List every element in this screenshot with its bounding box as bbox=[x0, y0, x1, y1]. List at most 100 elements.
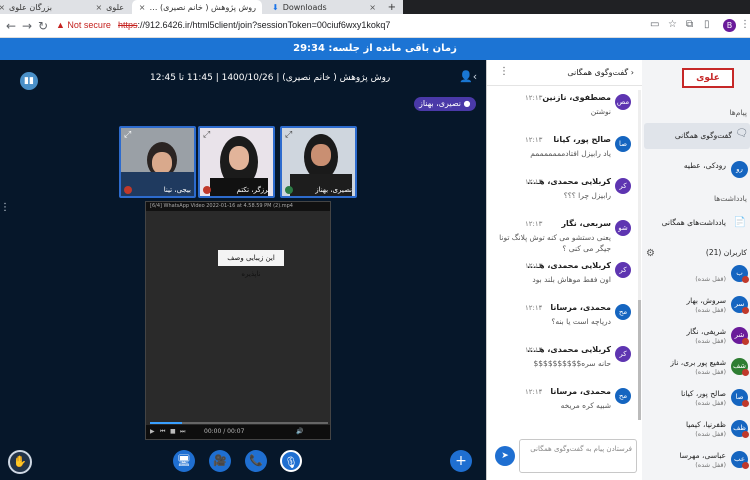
mic-button[interactable]: 🎙 bbox=[280, 450, 302, 472]
expand-icon[interactable]: ⤢ bbox=[124, 130, 131, 140]
user-list-item[interactable]: ظف ظفرنیا، کیمیا (قفل شده) bbox=[642, 417, 750, 445]
prev-icon[interactable]: ⏮ bbox=[160, 428, 165, 436]
participant-face bbox=[311, 144, 331, 166]
presenter-mic-icon: ● bbox=[461, 99, 471, 108]
close-icon[interactable]: × bbox=[95, 3, 102, 12]
security-warning[interactable]: ▲ Not secure bbox=[56, 20, 111, 30]
user-list-item[interactable]: شف شفیع پور بری، ناز (قفل شده) bbox=[642, 355, 750, 383]
shared-notes-item[interactable]: 📄 یادداشت‌های همگانی bbox=[642, 212, 750, 240]
public-chat-item[interactable]: 🗨 گفت‌وگوی همگانی bbox=[644, 123, 750, 149]
user-status: (قفل شده) bbox=[695, 337, 726, 345]
message-sender: سربعی، نگار bbox=[561, 219, 611, 228]
chat-message: مص مصطفوی، نازنین ۱۲:۱۳ نوشتن bbox=[487, 90, 633, 130]
user-list-item[interactable]: صا صالح پور، کیانا (قفل شده) bbox=[642, 386, 750, 414]
user-status: (قفل شده) bbox=[695, 275, 726, 283]
scroll-thumb[interactable] bbox=[638, 300, 641, 420]
video-tile[interactable]: ⤢ بیجی، تینا bbox=[119, 126, 196, 198]
user-status: (قفل شده) bbox=[695, 430, 726, 438]
user-name: عباسی، مهرسا bbox=[679, 451, 726, 460]
chat-input[interactable]: فرستادن پیام به گفت‌وگوی همگانی bbox=[519, 439, 637, 473]
user-name: ظفرنیا، کیمیا bbox=[685, 420, 726, 429]
chat-message: مح محمدی، مرسانا ۱۲:۱۴ شبیه کره مریخه bbox=[487, 384, 633, 424]
user-list-item[interactable]: شر شریفی، نگار (قفل شده) bbox=[642, 324, 750, 352]
extensions-icon[interactable]: ⧉ bbox=[686, 19, 693, 30]
sidebar-icon[interactable]: ▯ bbox=[704, 19, 710, 30]
chat-message: شو سربعی، نگار ۱۲:۱۳ یعنی دستشو می کنه توش … bbox=[487, 216, 633, 256]
camera-button[interactable]: 🎥 bbox=[209, 450, 231, 472]
user-list-icon[interactable]: 👤‹ bbox=[459, 70, 477, 83]
mic-muted-icon bbox=[742, 338, 749, 345]
chat-panel: ⋮ ‹ گفت‌وگوی همگانی مص مصطفوی، نازنین ۱۲:۱… bbox=[486, 60, 642, 480]
player-title: [6/4] WhatsApp Video 2022-01-16 at 4.58.… bbox=[146, 202, 330, 211]
message-sender: مصطفوی، نازنین bbox=[542, 93, 611, 102]
message-time: ۱۲:۱۴ bbox=[525, 346, 543, 354]
browser-tab[interactable]: بزرگان علوی × bbox=[0, 0, 58, 14]
avatar: شو bbox=[615, 220, 631, 236]
user-list-item[interactable]: ب (قفل شده) bbox=[642, 262, 750, 290]
browser-tab[interactable]: ⬇ Downloads × bbox=[266, 0, 386, 14]
seek-fill bbox=[150, 422, 183, 424]
message-time: ۱۲:۱۳ bbox=[525, 220, 543, 228]
messages-heading: پیام‌ها bbox=[729, 108, 747, 117]
close-icon[interactable]: × bbox=[139, 3, 146, 12]
message-time: ۱۲:۱۳ bbox=[525, 178, 543, 186]
message-text: رابیزل چرا ؟؟؟ bbox=[563, 191, 611, 200]
phone-button[interactable]: 📞 bbox=[245, 450, 267, 472]
forward-icon[interactable]: → bbox=[22, 19, 32, 33]
shared-video[interactable]: [6/4] WhatsApp Video 2022-01-16 at 4.58.… bbox=[145, 201, 331, 440]
cast-icon[interactable]: ▭ bbox=[650, 19, 659, 30]
profile-avatar[interactable]: B bbox=[723, 19, 736, 32]
url-field[interactable]: https://912.6426.ir/html5client/join?ses… bbox=[118, 20, 390, 30]
avatar: مح bbox=[615, 304, 631, 320]
close-icon[interactable]: × bbox=[0, 3, 5, 12]
reload-icon[interactable]: ↻ bbox=[38, 19, 48, 33]
presenter-name: نصیری، بهناز bbox=[419, 99, 462, 108]
raise-hand-button[interactable]: ✋ bbox=[8, 450, 32, 474]
avatar: کر bbox=[615, 346, 631, 362]
browser-tab-active[interactable]: روش پژوهش ( خانم نصیری) … × bbox=[132, 0, 262, 14]
chat-options-icon[interactable]: ⋮ bbox=[499, 66, 509, 77]
new-tab-button[interactable]: + bbox=[388, 0, 402, 14]
user-list-item[interactable]: سر سروش، بهار (قفل شده) bbox=[642, 293, 750, 321]
session-timer: زمان باقی مانده از جلسه: 29:34 bbox=[0, 38, 750, 60]
users-sidebar: علوی پیام‌ها 🗨 گفت‌وگوی همگانی رو رودکی،… bbox=[642, 60, 750, 480]
bookmark-star-icon[interactable]: ☆ bbox=[668, 19, 677, 30]
expand-icon[interactable]: ⤢ bbox=[203, 130, 210, 140]
back-icon[interactable]: ← bbox=[6, 19, 16, 33]
url-scheme: https bbox=[118, 20, 138, 30]
gear-icon[interactable]: ⚙ bbox=[646, 248, 655, 259]
conference-main: ▮▮ روش پژوهش ( خانم نصیری) | 1400/10/26 … bbox=[0, 60, 486, 480]
browser-tab[interactable]: علوی × bbox=[66, 0, 130, 14]
message-text: نوشتن bbox=[590, 107, 611, 116]
stop-icon[interactable]: ■ bbox=[170, 428, 176, 435]
chat-scrollbar[interactable] bbox=[638, 90, 641, 420]
screen-share-button[interactable]: 🖥 bbox=[173, 450, 195, 472]
menu-icon[interactable]: ⋮ bbox=[740, 19, 750, 30]
video-tile[interactable]: ⤢ برزگر، تکتم bbox=[198, 126, 275, 198]
security-label: Not secure bbox=[67, 20, 111, 30]
time-readout: 00:00 / 00:07 bbox=[204, 428, 245, 435]
video-tile[interactable]: ⤢ نصیری، بهناز bbox=[280, 126, 357, 198]
stats-bars-icon[interactable]: ▮▮ bbox=[20, 72, 38, 90]
participant-body bbox=[121, 172, 194, 196]
user-status: (قفل شده) bbox=[695, 306, 726, 314]
close-icon[interactable]: × bbox=[369, 3, 376, 12]
user-list-item[interactable]: عب عباسی، مهرسا (قفل شده) bbox=[642, 448, 750, 476]
volume-icon[interactable]: 🔊 bbox=[296, 428, 303, 435]
next-icon[interactable]: ⏭ bbox=[180, 428, 185, 436]
chat-title[interactable]: ‹ گفت‌وگوی همگانی bbox=[567, 68, 634, 77]
private-chat-name: رودکی، عطیه bbox=[683, 161, 726, 170]
message-time: ۱۲:۱۳ bbox=[525, 262, 543, 270]
seek-bar[interactable] bbox=[150, 422, 328, 424]
more-options-icon[interactable]: ⋮ bbox=[0, 202, 10, 213]
message-time: ۱۲:۱۳ bbox=[525, 94, 543, 102]
actions-plus-button[interactable]: + bbox=[450, 450, 472, 472]
play-icon[interactable]: ▶ bbox=[150, 428, 155, 435]
mic-muted-icon bbox=[742, 276, 749, 283]
avatar: مح bbox=[615, 388, 631, 404]
expand-icon[interactable]: ⤢ bbox=[285, 130, 292, 140]
private-chat-item[interactable]: رو رودکی، عطیه bbox=[642, 158, 750, 186]
send-button[interactable]: ➤ bbox=[495, 446, 515, 466]
address-bar: ← → ↻ ▲ Not secure https://912.6426.ir/h… bbox=[0, 14, 750, 38]
mic-muted-icon bbox=[742, 462, 749, 469]
